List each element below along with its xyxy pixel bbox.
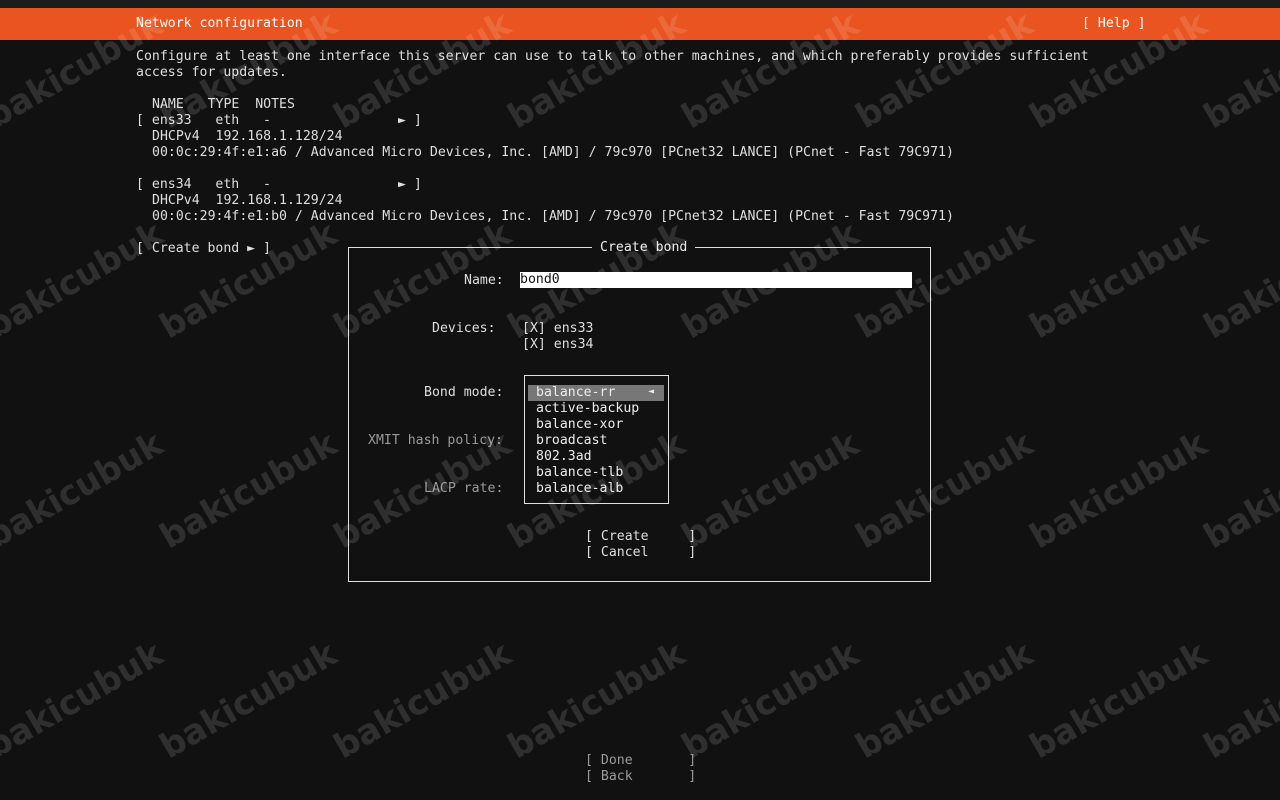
bond-mode-option[interactable]: broadcast [536,433,607,449]
page-title: Network configuration [136,16,303,31]
bond-name-input[interactable] [520,272,912,288]
device-checkbox-ens33[interactable]: [X] ens33 [522,321,593,337]
title-bar: Network configuration [ Help ] [0,8,1280,40]
dialog-title: Create bond [592,240,696,256]
bond-mode-option[interactable]: 802.3ad [536,449,592,465]
watermark-text: bakicubuk [1023,213,1215,347]
watermark-text: bakicubuk [1023,633,1215,767]
watermark-text: bakicubuk [153,633,345,767]
cancel-button[interactable]: [ Cancel ] [585,545,696,561]
interface-hardware: 00:0c:29:4f:e1:b0 / Advanced Micro Devic… [152,209,954,224]
xmit-hash-policy-label: XMIT hash policy: [368,433,503,448]
bond-mode-option[interactable]: active-backup [536,401,639,417]
interface-row-ens34[interactable]: [ ens34 eth - ► ] [136,177,422,193]
watermark-text: bakicubuk [1197,213,1280,347]
device-checkbox-ens34[interactable]: [X] ens34 [522,337,593,353]
bond-mode-option[interactable]: balance-alb [536,481,623,497]
watermark-text: bakicubuk [153,423,345,557]
lacp-rate-label: LACP rate: [424,481,504,496]
watermark-text: bakicubuk [849,633,1041,767]
watermark-text: bakicubuk [675,633,867,767]
intro-text-line-1: Configure at least one interface this se… [136,49,1089,64]
watermark-text: bakicubuk [0,633,171,767]
watermark-text: bakicubuk [327,633,519,767]
watermark-text: bakicubuk [1197,633,1280,767]
watermark-text: bakicubuk [0,423,171,557]
watermark-text: bakicubuk [501,633,693,767]
selected-arrow-icon: ◄ [648,386,655,397]
create-bond-button[interactable]: [ Create bond ► ] [136,241,271,257]
interface-address: DHCPv4 192.168.1.128/24 [152,129,343,144]
help-button[interactable]: [ Help ] [1082,16,1146,32]
interface-address: DHCPv4 192.168.1.129/24 [152,193,343,208]
done-button[interactable]: [ Done ] [585,753,696,769]
table-header: NAME TYPE NOTES [152,97,295,112]
watermark-text: bakicubuk [153,213,345,347]
bond-mode-option[interactable]: balance-tlb [536,465,623,481]
devices-label: Devices: [432,321,496,336]
bond-mode-label: Bond mode: [424,385,504,400]
bond-mode-option[interactable]: balance-rr [536,385,615,401]
bond-mode-option[interactable]: balance-xor [536,417,623,433]
name-label: Name: [464,273,504,288]
watermark-text: bakicubuk [1023,423,1215,557]
intro-text-line-2: access for updates. [136,65,287,80]
interface-row-ens33[interactable]: [ ens33 eth - ► ] [136,113,422,129]
top-strip [0,0,1280,8]
watermark-text: bakicubuk [0,213,171,347]
interface-hardware: 00:0c:29:4f:e1:a6 / Advanced Micro Devic… [152,145,954,160]
back-button[interactable]: [ Back ] [585,769,696,785]
create-button[interactable]: [ Create ] [585,529,696,545]
watermark-text: bakicubuk [1197,423,1280,557]
